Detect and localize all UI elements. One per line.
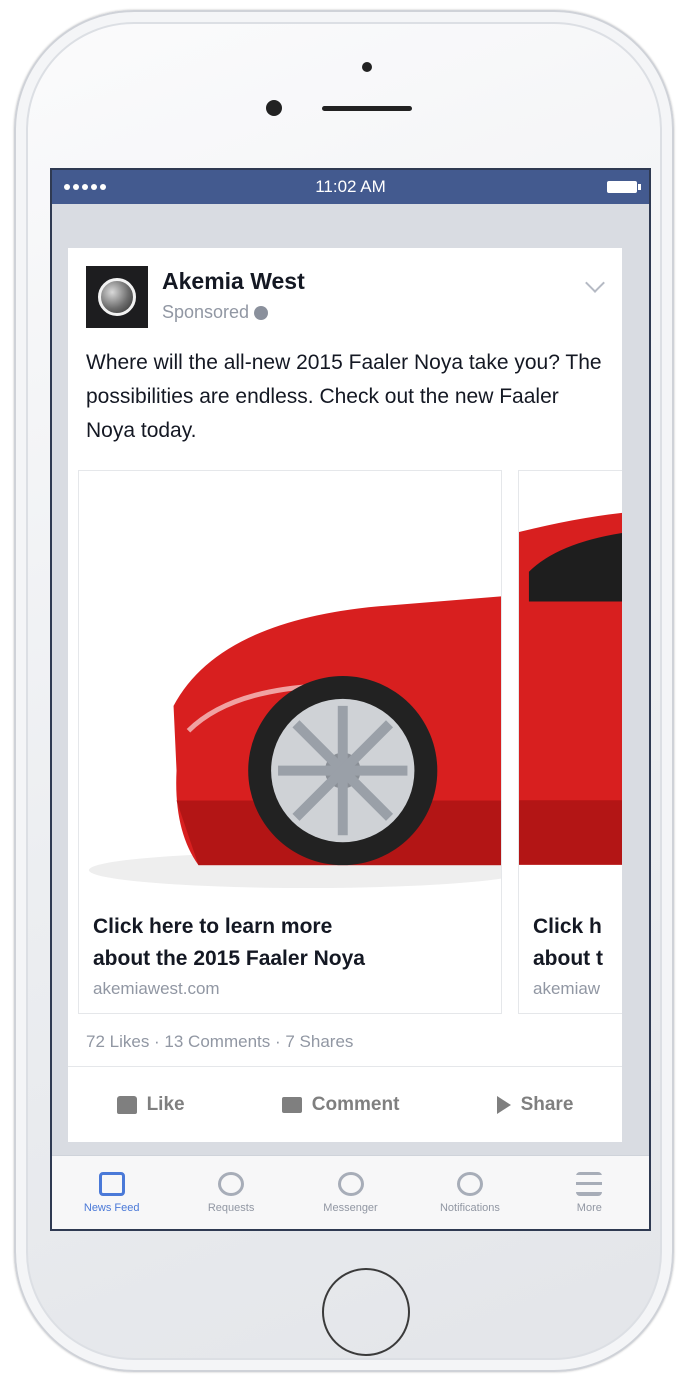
- carousel-card-url: akemiaw: [533, 979, 601, 998]
- home-button[interactable]: [322, 1268, 410, 1356]
- sponsored-text: Sponsored: [162, 302, 250, 322]
- engagement-counts[interactable]: 72 Likes · 13 Comments · 7 Shares: [86, 1032, 353, 1052]
- earpiece-speaker: [322, 106, 412, 111]
- page-name[interactable]: Akemia West: [162, 268, 305, 295]
- carousel-card[interactable]: Click here to learn more about the 2015 …: [78, 470, 502, 1014]
- tab-label: News Feed: [83, 1201, 140, 1214]
- tab-label: More: [576, 1201, 602, 1214]
- carousel[interactable]: Click here to learn more about the 2015 …: [78, 470, 622, 1014]
- status-time: 11:02 AM: [315, 177, 386, 196]
- thumbs-up-icon: [116, 1095, 137, 1114]
- like-label: Like: [146, 1093, 185, 1115]
- action-bar: Like Comment Share: [68, 1066, 622, 1142]
- like-button[interactable]: Like: [116, 1093, 185, 1116]
- front-camera: [266, 100, 282, 116]
- menu-icon: [576, 1171, 603, 1196]
- sponsored-post: Akemia West Sponsored Where will the all…: [68, 248, 622, 1142]
- tab-bar: News Feed Requests Messenger Notificatio…: [52, 1155, 649, 1229]
- tab-news-feed[interactable]: News Feed: [52, 1156, 171, 1229]
- tab-label: Notifications: [439, 1201, 500, 1214]
- sponsored-label: Sponsored: [162, 302, 269, 323]
- tab-requests[interactable]: Requests: [171, 1156, 290, 1229]
- comment-label: Comment: [311, 1093, 400, 1115]
- tab-messenger[interactable]: Messenger: [291, 1156, 410, 1229]
- comment-button[interactable]: Comment: [281, 1093, 400, 1116]
- carousel-card-title[interactable]: Click h about t: [533, 911, 622, 975]
- phone-screen: 11:02 AM Akemia West Sponsored Where wil…: [50, 168, 651, 1231]
- requests-icon: [218, 1171, 245, 1196]
- tab-label: Requests: [207, 1201, 255, 1214]
- carousel-card-url: akemiawest.com: [93, 979, 220, 998]
- tab-notifications[interactable]: Notifications: [410, 1156, 529, 1229]
- share-arrow-icon: [496, 1095, 511, 1114]
- battery-icon: [607, 181, 641, 193]
- news-feed-icon: [98, 1171, 125, 1196]
- messenger-icon: [337, 1171, 364, 1196]
- post-text: Where will the all-new 2015 Faaler Noya …: [86, 351, 602, 442]
- status-bar: 11:02 AM: [52, 170, 649, 204]
- tab-more[interactable]: More: [530, 1156, 649, 1229]
- page-avatar[interactable]: [86, 266, 148, 328]
- comment-bubble-icon: [281, 1096, 302, 1113]
- share-button[interactable]: Share: [496, 1093, 574, 1116]
- post-options-chevron-icon[interactable]: [585, 273, 605, 293]
- globe-icon: [254, 305, 269, 320]
- car-image: [79, 471, 501, 899]
- tab-label: Messenger: [323, 1201, 378, 1214]
- carousel-card[interactable]: Click h about t akemiaw: [518, 470, 622, 1014]
- carousel-card-title[interactable]: Click here to learn more about the 2015 …: [93, 911, 493, 975]
- globe-icon: [456, 1171, 483, 1196]
- proximity-sensor: [362, 62, 372, 72]
- share-label: Share: [520, 1093, 574, 1115]
- car-image: [519, 471, 622, 899]
